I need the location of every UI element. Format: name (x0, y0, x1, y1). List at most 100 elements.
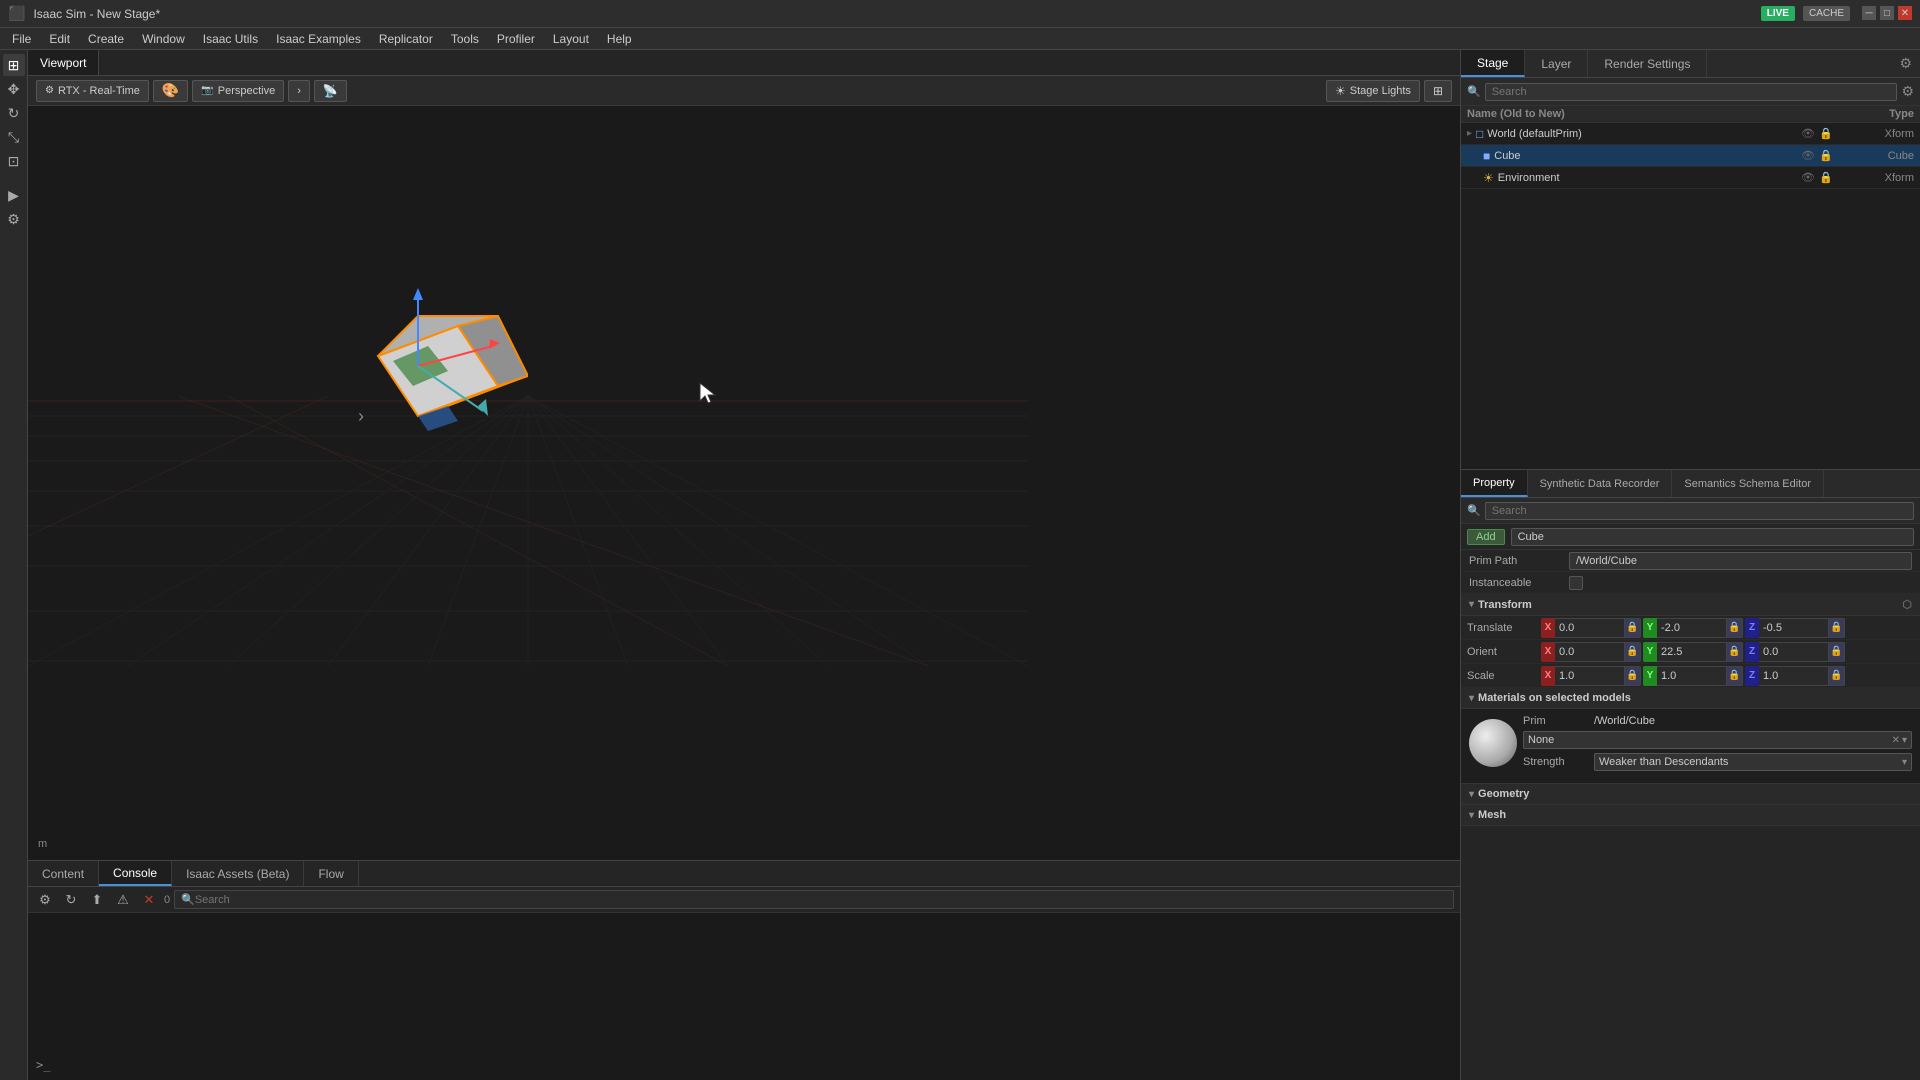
select-tool-button[interactable]: ⊞ (3, 54, 25, 76)
translate-y-input[interactable] (1657, 618, 1727, 638)
tab-stage[interactable]: Stage (1461, 50, 1525, 77)
orient-y-lock-icon[interactable]: 🔒 (1727, 642, 1743, 662)
console-settings-icon[interactable]: ⚙ (34, 889, 56, 911)
console-error-icon[interactable]: ✕ (138, 889, 160, 911)
orient-y-input[interactable] (1657, 642, 1727, 662)
orient-z-input[interactable] (1759, 642, 1829, 662)
viewport-options-button[interactable]: ⊞ (1424, 80, 1452, 102)
material-dropdown[interactable]: None ✕ ▾ (1523, 731, 1912, 749)
materials-label: Materials on selected models (1478, 692, 1631, 704)
translate-x-input[interactable] (1555, 618, 1625, 638)
stage-row-environment[interactable]: ☀ Environment 👁 🔒 Xform (1461, 167, 1920, 189)
main-content: ⊞ ✥ ↻ ⤡ ⊡ ▶ ⚙ Viewport ⚙ RTX - Real-Time (0, 50, 1920, 1080)
maximize-button[interactable]: □ (1880, 6, 1894, 20)
minimize-button[interactable]: ─ (1862, 6, 1876, 20)
settings-button[interactable]: ⚙ (3, 208, 25, 230)
transform-options-icon[interactable]: ⬡ (1902, 598, 1912, 611)
console-warning-icon[interactable]: ⚠ (112, 889, 134, 911)
tab-synthetic-data-recorder[interactable]: Synthetic Data Recorder (1528, 470, 1673, 497)
tab-semantics-schema-editor[interactable]: Semantics Schema Editor (1672, 470, 1824, 497)
scale-y-lock-icon[interactable]: 🔒 (1727, 666, 1743, 686)
close-button[interactable]: ✕ (1898, 6, 1912, 20)
camera-button[interactable]: 📷 Perspective (192, 80, 284, 102)
add-property-button[interactable]: Add (1467, 529, 1505, 545)
scale-z-lock-icon[interactable]: 🔒 (1829, 666, 1845, 686)
orient-x-input[interactable] (1555, 642, 1625, 662)
menu-profiler[interactable]: Profiler (489, 30, 543, 48)
render-mode-button[interactable]: 🎨 (153, 80, 188, 102)
env-lock-icon[interactable]: 🔒 (1818, 170, 1834, 186)
transform-section-header[interactable]: ▾ Transform ⬡ (1461, 594, 1920, 616)
camera-settings-button[interactable]: › (288, 80, 310, 102)
stage-lights-button[interactable]: ☀ Stage Lights (1326, 80, 1420, 102)
cube-eye-icon[interactable]: 👁 (1800, 148, 1816, 164)
scale-x-input[interactable] (1555, 666, 1625, 686)
cube-lock-icon[interactable]: 🔒 (1818, 148, 1834, 164)
tab-render-settings[interactable]: Render Settings (1588, 50, 1707, 77)
menu-create[interactable]: Create (80, 30, 132, 48)
stage-row-world[interactable]: ▸ □ World (defaultPrim) 👁 🔒 Xform (1461, 123, 1920, 145)
tab-console[interactable]: Console (99, 861, 172, 886)
menu-help[interactable]: Help (599, 30, 640, 48)
world-eye-icon[interactable]: 👁 (1800, 126, 1816, 142)
env-eye-icon[interactable]: 👁 (1800, 170, 1816, 186)
scale-tool-button[interactable]: ⤡ (3, 126, 25, 148)
geometry-label: Geometry (1478, 788, 1529, 800)
geometry-section-header[interactable]: ▾ Geometry (1461, 783, 1920, 805)
tab-isaac-assets[interactable]: Isaac Assets (Beta) (172, 861, 304, 886)
material-sphere-preview (1469, 719, 1517, 767)
menu-replicator[interactable]: Replicator (371, 30, 441, 48)
materials-section-header[interactable]: ▾ Materials on selected models (1461, 688, 1920, 709)
renderer-button[interactable]: ⚙ RTX - Real-Time (36, 80, 149, 102)
viewport-canvas[interactable]: › m (28, 106, 1460, 860)
scale-y-input[interactable] (1657, 666, 1727, 686)
viewport-container: Viewport ⚙ RTX - Real-Time 🎨 📷 Perspecti… (28, 50, 1460, 860)
scale-z-axis-label: Z (1745, 666, 1759, 686)
stage-filter-options-icon[interactable]: ⚙ (1901, 83, 1914, 100)
translate-y-group: Y 🔒 (1643, 618, 1743, 638)
instanceable-checkbox[interactable] (1569, 576, 1583, 590)
console-clear-icon[interactable]: ⬆ (86, 889, 108, 911)
menu-edit[interactable]: Edit (41, 30, 78, 48)
menu-file[interactable]: File (4, 30, 39, 48)
stage-search-icon: 🔍 (1467, 85, 1481, 98)
menu-isaac-examples[interactable]: Isaac Examples (268, 30, 369, 48)
menu-layout[interactable]: Layout (545, 30, 597, 48)
stage-filter-icon[interactable]: ⚙ (1899, 55, 1920, 72)
stage-row-cube[interactable]: ■ Cube 👁 🔒 Cube (1461, 145, 1920, 167)
world-expand-icon[interactable]: ▸ (1467, 128, 1472, 139)
viewport-tab[interactable]: Viewport (28, 50, 99, 75)
console-search-input[interactable] (195, 894, 1447, 906)
translate-x-lock-icon[interactable]: 🔒 (1625, 618, 1641, 638)
material-chevron-down-icon[interactable]: ▾ (1902, 735, 1907, 746)
console-search-box[interactable]: 🔍 (174, 890, 1454, 909)
stage-search-input[interactable] (1485, 83, 1898, 101)
translate-z-input[interactable] (1759, 618, 1829, 638)
rotate-tool-button[interactable]: ↻ (3, 102, 25, 124)
material-strength-dropdown[interactable]: Weaker than Descendants ▾ (1594, 753, 1912, 771)
tab-property[interactable]: Property (1461, 470, 1528, 497)
broadcast-button[interactable]: 📡 (314, 80, 347, 102)
tab-flow[interactable]: Flow (304, 861, 358, 886)
mesh-section-header[interactable]: ▾ Mesh (1461, 805, 1920, 826)
tab-content[interactable]: Content (28, 861, 99, 886)
tab-layer[interactable]: Layer (1525, 50, 1588, 77)
material-clear-icon[interactable]: ✕ (1892, 735, 1900, 746)
orient-x-lock-icon[interactable]: 🔒 (1625, 642, 1641, 662)
transform-tool-button[interactable]: ⊡ (3, 150, 25, 172)
prim-name-input[interactable] (1511, 528, 1914, 546)
scale-z-input[interactable] (1759, 666, 1829, 686)
console-refresh-icon[interactable]: ↻ (60, 889, 82, 911)
play-button[interactable]: ▶ (3, 184, 25, 206)
world-lock-icon[interactable]: 🔒 (1818, 126, 1834, 142)
menu-isaac-utils[interactable]: Isaac Utils (195, 30, 266, 48)
move-tool-button[interactable]: ✥ (3, 78, 25, 100)
scale-x-lock-icon[interactable]: 🔒 (1625, 666, 1641, 686)
translate-y-lock-icon[interactable]: 🔒 (1727, 618, 1743, 638)
property-search-input[interactable] (1485, 502, 1914, 520)
menu-tools[interactable]: Tools (443, 30, 487, 48)
orient-z-lock-icon[interactable]: 🔒 (1829, 642, 1845, 662)
collapse-arrow[interactable]: › (358, 406, 364, 427)
translate-z-lock-icon[interactable]: 🔒 (1829, 618, 1845, 638)
menu-window[interactable]: Window (134, 30, 193, 48)
